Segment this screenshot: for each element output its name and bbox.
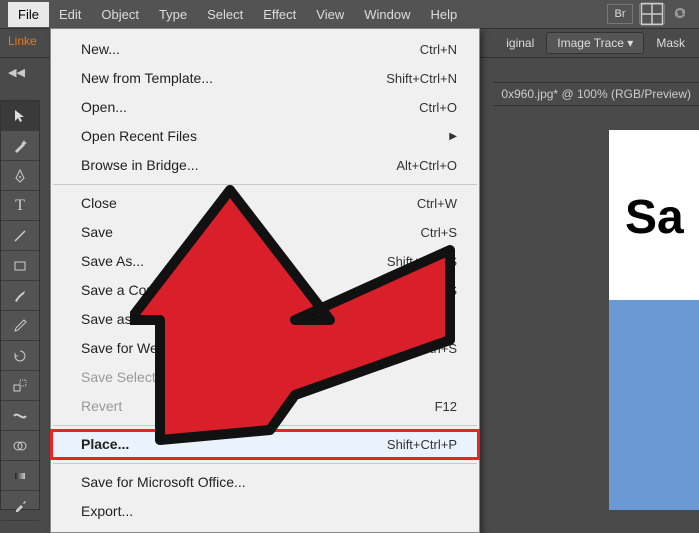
file-menu-save-for-microsoft-office[interactable]: Save for Microsoft Office... xyxy=(51,468,479,497)
canvas-text: Sa xyxy=(625,190,684,245)
artboard-canvas[interactable]: Sa xyxy=(609,130,699,510)
submenu-arrow-icon: ▶ xyxy=(449,129,457,144)
menu-item-label: Save for Microsoft Office... xyxy=(81,472,246,493)
menu-window[interactable]: Window xyxy=(354,2,420,27)
menu-effect[interactable]: Effect xyxy=(253,2,306,27)
pencil-tool[interactable] xyxy=(1,311,39,341)
menu-object[interactable]: Object xyxy=(91,2,149,27)
menu-view[interactable]: View xyxy=(306,2,354,27)
menubar-right-icons: Br xyxy=(607,4,699,25)
menu-item-shortcut: Alt+Ctrl+O xyxy=(396,156,457,176)
menu-item-label: New... xyxy=(81,39,120,60)
menu-item-shortcut: Shift+Ctrl+N xyxy=(386,69,457,89)
placed-image: Sa xyxy=(609,130,699,300)
file-menu-save-selected-slices: Save Selected Slices... xyxy=(51,363,479,392)
shape-builder-tool[interactable] xyxy=(1,431,39,461)
gradient-tool[interactable] xyxy=(1,461,39,491)
menu-item-label: Save xyxy=(81,222,113,243)
menu-type[interactable]: Type xyxy=(149,2,197,27)
rotate-tool[interactable] xyxy=(1,341,39,371)
menu-item-label: Save a Copy... xyxy=(81,280,172,301)
menu-item-label: Save for Web... xyxy=(81,338,177,359)
file-menu-save[interactable]: Save Ctrl+S xyxy=(51,218,479,247)
menu-item-label: Revert xyxy=(81,396,122,417)
menu-item-label: Export... xyxy=(81,501,133,522)
menu-item-shortcut: Ctrl+S xyxy=(421,223,457,243)
control-original: iginal xyxy=(500,36,540,50)
sync-icon[interactable] xyxy=(671,4,689,25)
scale-tool[interactable] xyxy=(1,371,39,401)
magic-wand-tool[interactable] xyxy=(1,131,39,161)
type-tool[interactable]: T xyxy=(1,191,39,221)
file-menu-open[interactable]: Open... Ctrl+O xyxy=(51,93,479,122)
file-menu-place[interactable]: Place... Shift+Ctrl+P xyxy=(51,430,479,459)
menu-item-label: New from Template... xyxy=(81,68,213,89)
menu-item-label: Save As... xyxy=(81,251,144,272)
menu-item-label: Save Selected Slices... xyxy=(81,367,224,388)
menu-item-label: Place... xyxy=(81,434,129,455)
menu-item-label: Browse in Bridge... xyxy=(81,155,199,176)
paintbrush-tool[interactable] xyxy=(1,281,39,311)
eyedropper-tool[interactable] xyxy=(1,491,39,521)
file-menu-new[interactable]: New... Ctrl+N xyxy=(51,35,479,64)
menu-edit[interactable]: Edit xyxy=(49,2,91,27)
mask-button[interactable]: Mask xyxy=(650,36,691,50)
menu-item-label: Close xyxy=(81,193,117,214)
file-menu-open-recent-files[interactable]: Open Recent Files ▶ xyxy=(51,122,479,151)
menu-select[interactable]: Select xyxy=(197,2,253,27)
rectangle-tool[interactable] xyxy=(1,251,39,281)
file-menu-browse-in-bridge[interactable]: Browse in Bridge... Alt+Ctrl+O xyxy=(51,151,479,180)
file-menu-save-a-copy[interactable]: Save a Copy... Alt+Ctrl+S xyxy=(51,276,479,305)
document-tab[interactable]: 0x960.jpg* @ 100% (RGB/Preview) xyxy=(493,82,699,106)
collapse-chevron-icon[interactable]: ◀◀ xyxy=(8,66,25,79)
file-menu-new-from-template[interactable]: New from Template... Shift+Ctrl+N xyxy=(51,64,479,93)
selection-tool[interactable] xyxy=(1,101,39,131)
file-menu-close[interactable]: Close Ctrl+W xyxy=(51,189,479,218)
pen-tool[interactable] xyxy=(1,161,39,191)
menu-item-shortcut: Ctrl+W xyxy=(417,194,457,214)
menu-item-shortcut: Shift+Ctrl+P xyxy=(387,435,457,455)
image-trace-button[interactable]: Image Trace ▾ xyxy=(546,32,644,54)
menu-item-shortcut: Alt+Ctrl+S xyxy=(398,281,457,301)
bridge-icon[interactable]: Br xyxy=(607,4,633,24)
file-menu-save-as[interactable]: Save As... Shift+Ctrl+S xyxy=(51,247,479,276)
menu-item-shortcut: Ctrl+O xyxy=(419,98,457,118)
line-tool[interactable] xyxy=(1,221,39,251)
menu-item-shortcut: F12 xyxy=(435,397,457,417)
arrange-docs-icon[interactable] xyxy=(639,4,665,24)
file-menu-dropdown: New... Ctrl+N New from Template... Shift+Ct… xyxy=(50,28,480,533)
width-tool[interactable] xyxy=(1,401,39,431)
menu-item-shortcut: Shift+Ctrl+S xyxy=(387,252,457,272)
menu-help[interactable]: Help xyxy=(420,2,467,27)
menu-bar: File Edit Object Type Select Effect View… xyxy=(0,0,699,28)
file-menu-save-for-web[interactable]: Save for Web... Alt+Shift+Ctrl+S xyxy=(51,334,479,363)
file-menu-export[interactable]: Export... xyxy=(51,497,479,526)
menu-item-label: Save as Template... xyxy=(81,309,204,330)
linked-panel-button[interactable]: Linke xyxy=(8,34,37,48)
menu-file[interactable]: File xyxy=(8,2,49,27)
menu-item-shortcut: Ctrl+N xyxy=(420,40,457,60)
file-menu-save-as-template[interactable]: Save as Template... xyxy=(51,305,479,334)
menu-item-label: Open Recent Files xyxy=(81,126,197,147)
menu-item-label: Open... xyxy=(81,97,127,118)
file-menu-revert: Revert F12 xyxy=(51,392,479,421)
menu-item-shortcut: Alt+Shift+Ctrl+S xyxy=(364,339,457,359)
tool-panel: T xyxy=(0,100,40,510)
